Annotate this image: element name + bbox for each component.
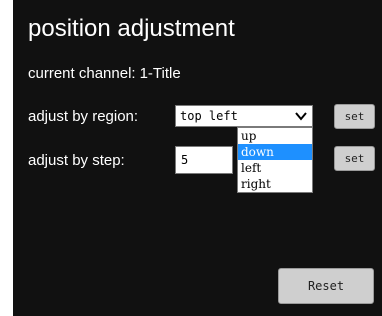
set-step-button[interactable]: set [334, 146, 375, 171]
region-select-value: top left [180, 109, 238, 123]
region-option-right[interactable]: right [238, 176, 312, 192]
current-channel-value: 1-Title [139, 65, 181, 82]
current-channel-label: current channel: [28, 65, 136, 82]
step-input[interactable] [175, 146, 233, 174]
dialog-title: position adjustment [28, 15, 235, 42]
reset-button[interactable]: Reset [278, 268, 374, 304]
region-dropdown-list: up down left right [237, 127, 313, 193]
region-option-up[interactable]: up [238, 128, 312, 144]
position-adjustment-panel: position adjustment current channel: 1-Ti… [13, 0, 382, 316]
set-region-button[interactable]: set [334, 104, 375, 129]
region-select[interactable]: top left [175, 105, 313, 127]
current-channel-row: current channel: 1-Title [28, 65, 181, 83]
chevron-down-icon [295, 112, 307, 121]
region-option-left[interactable]: left [238, 160, 312, 176]
adjust-by-step-label: adjust by step: [28, 152, 125, 169]
adjust-by-region-label: adjust by region: [28, 108, 139, 125]
region-option-down[interactable]: down [238, 144, 312, 160]
